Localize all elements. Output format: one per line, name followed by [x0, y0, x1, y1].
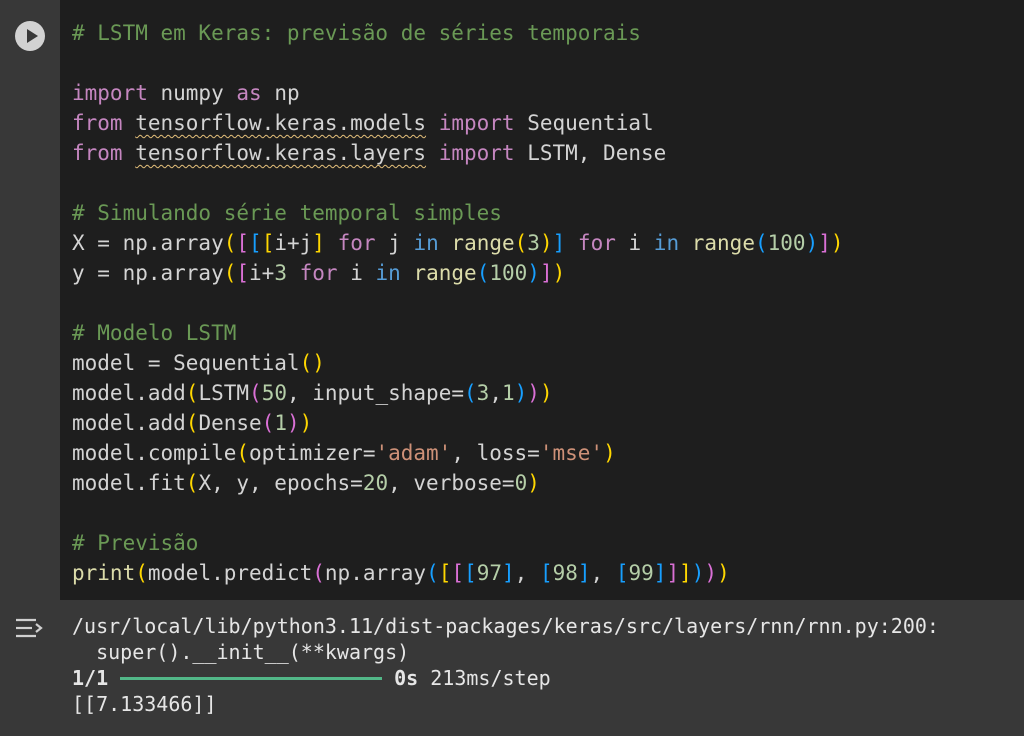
- code-line: X = np.array([[[i+j] for j in range(3)] …: [72, 231, 844, 255]
- output-toggle-icon[interactable]: [14, 617, 46, 639]
- output-result: [[7.133466]]: [72, 692, 217, 716]
- code-line: model.add(LSTM(50, input_shape=(3,1))): [72, 381, 553, 405]
- code-line-import-layers: from tensorflow.keras.layers import LSTM…: [72, 138, 666, 168]
- code-line: model.compile(optimizer='adam', loss='ms…: [72, 441, 616, 465]
- code-comment: # Modelo LSTM: [72, 321, 237, 345]
- output-progress-line: 1/1 0s 213ms/step: [72, 666, 551, 691]
- code-line-import-numpy: import numpy as np: [72, 78, 300, 108]
- output-warning-detail: super().__init__(**kwargs): [72, 640, 410, 664]
- code-line-import-models: from tensorflow.keras.models import Sequ…: [72, 108, 654, 138]
- code-comment: # LSTM em Keras: previsão de séries temp…: [72, 21, 641, 45]
- code-line: model.fit(X, y, epochs=20, verbose=0): [72, 471, 540, 495]
- keyword: from: [72, 111, 123, 135]
- code-line: model = Sequential(): [72, 351, 325, 375]
- progress-rate: 213ms/step: [418, 666, 551, 690]
- code-cell: # LSTM em Keras: previsão de séries temp…: [0, 0, 1024, 736]
- keyword: as: [236, 81, 262, 105]
- module-name: tensorflow.keras.models: [135, 111, 427, 135]
- keyword: import: [438, 111, 515, 135]
- output-warning-path: /usr/local/lib/python3.11/dist-packages/…: [72, 614, 939, 638]
- keyword: from: [72, 141, 123, 165]
- alias-name: np: [261, 81, 300, 105]
- import-name: Sequential: [514, 111, 654, 135]
- progress-time: 0s: [394, 666, 419, 690]
- keyword: import: [438, 141, 515, 165]
- code-editor[interactable]: # LSTM em Keras: previsão de séries temp…: [60, 0, 1024, 600]
- code-line: model.add(Dense(1)): [72, 411, 313, 435]
- code-comment: # Simulando série temporal simples: [72, 201, 502, 225]
- code-comment: # Previsão: [72, 531, 199, 555]
- module-name: tensorflow.keras.layers: [135, 141, 427, 165]
- code-line: y = np.array([i+3 for i in range(100)]): [72, 261, 566, 285]
- run-cell-button[interactable]: [15, 21, 45, 51]
- code-line: print(model.predict(np.array([[[97], [98…: [72, 561, 730, 585]
- progress-bar: [120, 677, 383, 680]
- module-name: numpy: [147, 81, 237, 105]
- progress-step: 1/1: [72, 666, 109, 690]
- keyword: import: [72, 81, 148, 105]
- cell-gutter: [0, 0, 60, 600]
- import-name: LSTM, Dense: [514, 141, 667, 165]
